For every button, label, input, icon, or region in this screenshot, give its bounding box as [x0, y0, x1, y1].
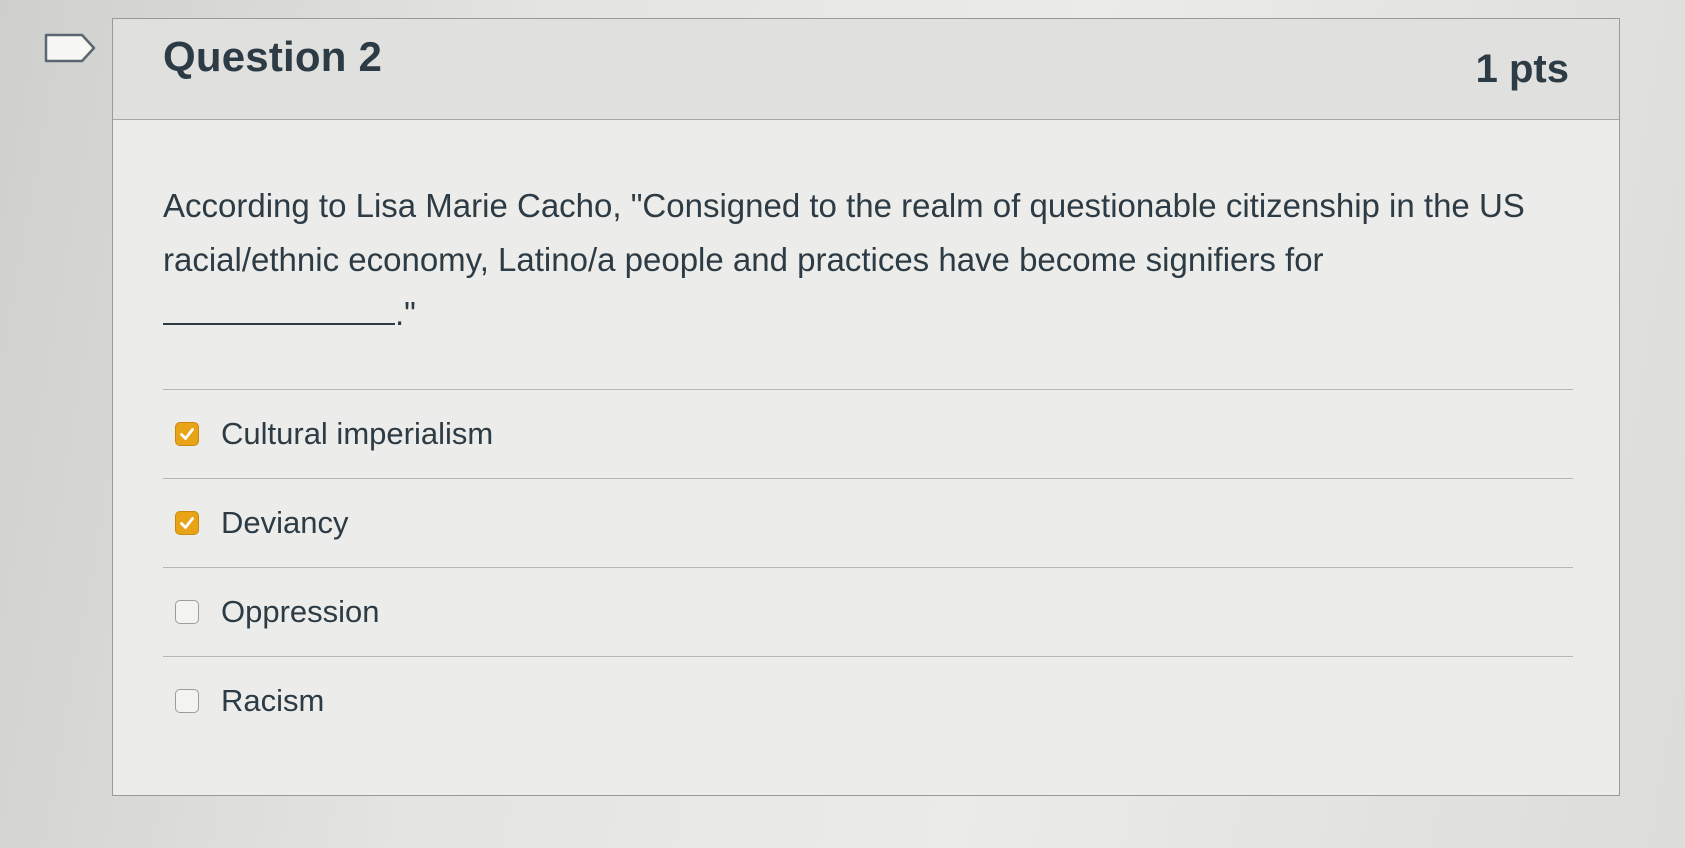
checkmark-icon	[180, 517, 194, 529]
checkmark-icon	[180, 428, 194, 440]
answer-option-racism[interactable]: Racism	[163, 657, 1573, 745]
checkbox-checked[interactable]	[175, 511, 199, 535]
question-title: Question 2	[163, 33, 383, 80]
answer-option-cultural-imperialism[interactable]: Cultural imperialism	[163, 390, 1573, 478]
checkbox-checked[interactable]	[175, 422, 199, 446]
answer-option-deviancy[interactable]: Deviancy	[163, 479, 1573, 567]
question-text: According to Lisa Marie Cacho, "Consigne…	[163, 179, 1543, 341]
answer-label[interactable]: Racism	[221, 683, 324, 719]
question-text-after-blank: ."	[395, 295, 416, 332]
answer-label[interactable]: Oppression	[221, 594, 380, 630]
flag-question-icon[interactable]	[44, 33, 96, 63]
question-card: Question 2 1 pts According to Lisa Marie…	[112, 18, 1620, 796]
question-text-before-blank: According to Lisa Marie Cacho, "Consigne…	[163, 187, 1525, 278]
question-points: 1 pts	[1475, 47, 1569, 91]
question-header: Question 2 1 pts	[113, 19, 1619, 120]
fill-in-blank	[163, 293, 395, 325]
answer-label[interactable]: Cultural imperialism	[221, 416, 493, 452]
answer-option-oppression[interactable]: Oppression	[163, 568, 1573, 656]
answer-label[interactable]: Deviancy	[221, 505, 349, 541]
checkbox-unchecked[interactable]	[175, 689, 199, 713]
checkbox-unchecked[interactable]	[175, 600, 199, 624]
answer-list: Cultural imperialism Deviancy Oppression…	[163, 389, 1573, 745]
